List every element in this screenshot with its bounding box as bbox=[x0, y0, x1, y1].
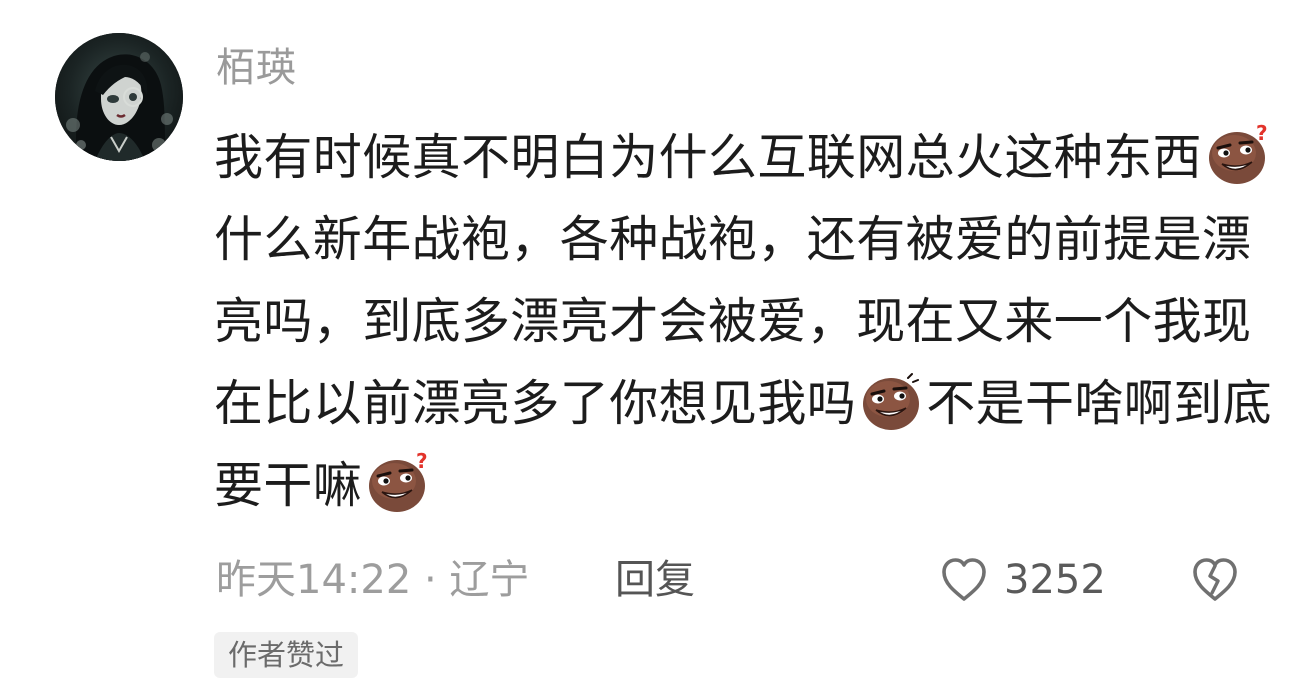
comment-time-location: 昨天14:22 · 辽宁 bbox=[216, 557, 530, 603]
like-button[interactable]: 3252 bbox=[936, 552, 1106, 608]
comment-text: 我有时候真不明白为什么互联网总火这种东西? 什么新年战袍，各种战袍，还有被爱的前提… bbox=[214, 117, 1279, 527]
dislike-button[interactable] bbox=[1187, 552, 1243, 608]
smirk-question-emoji: ? bbox=[1209, 122, 1268, 184]
svg-text:?: ? bbox=[1256, 122, 1268, 145]
svg-text:?: ? bbox=[416, 450, 428, 473]
comment-text-segment: 我有时候真不明白为什么互联网总火这种东西 bbox=[214, 129, 1203, 186]
smirk-emoji bbox=[863, 373, 920, 430]
author-liked-badge: 作者赞过 bbox=[214, 632, 359, 678]
reply-button[interactable]: 回复 bbox=[615, 552, 695, 608]
heart-outline-icon bbox=[942, 558, 986, 601]
avatar-image bbox=[55, 33, 183, 161]
like-count: 3252 bbox=[1004, 557, 1106, 603]
avatar[interactable] bbox=[55, 33, 183, 161]
username[interactable]: 栢瑛 bbox=[216, 44, 296, 92]
broken-heart-icon bbox=[1193, 558, 1237, 601]
smirk-question-emoji: ? bbox=[369, 450, 428, 512]
